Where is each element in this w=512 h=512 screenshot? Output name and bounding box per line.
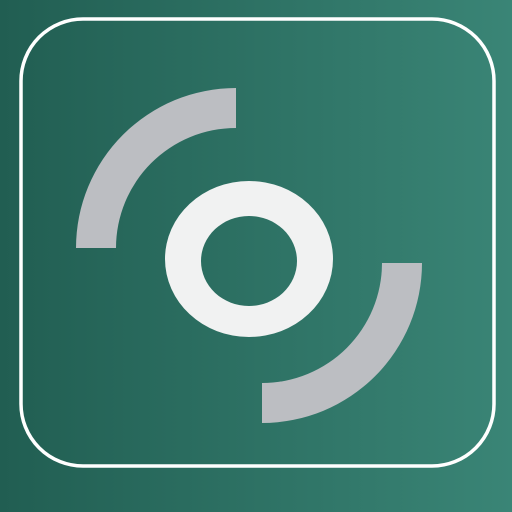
app-icon-graphic — [0, 0, 512, 512]
app-icon — [0, 0, 512, 512]
background-gradient — [0, 0, 512, 512]
